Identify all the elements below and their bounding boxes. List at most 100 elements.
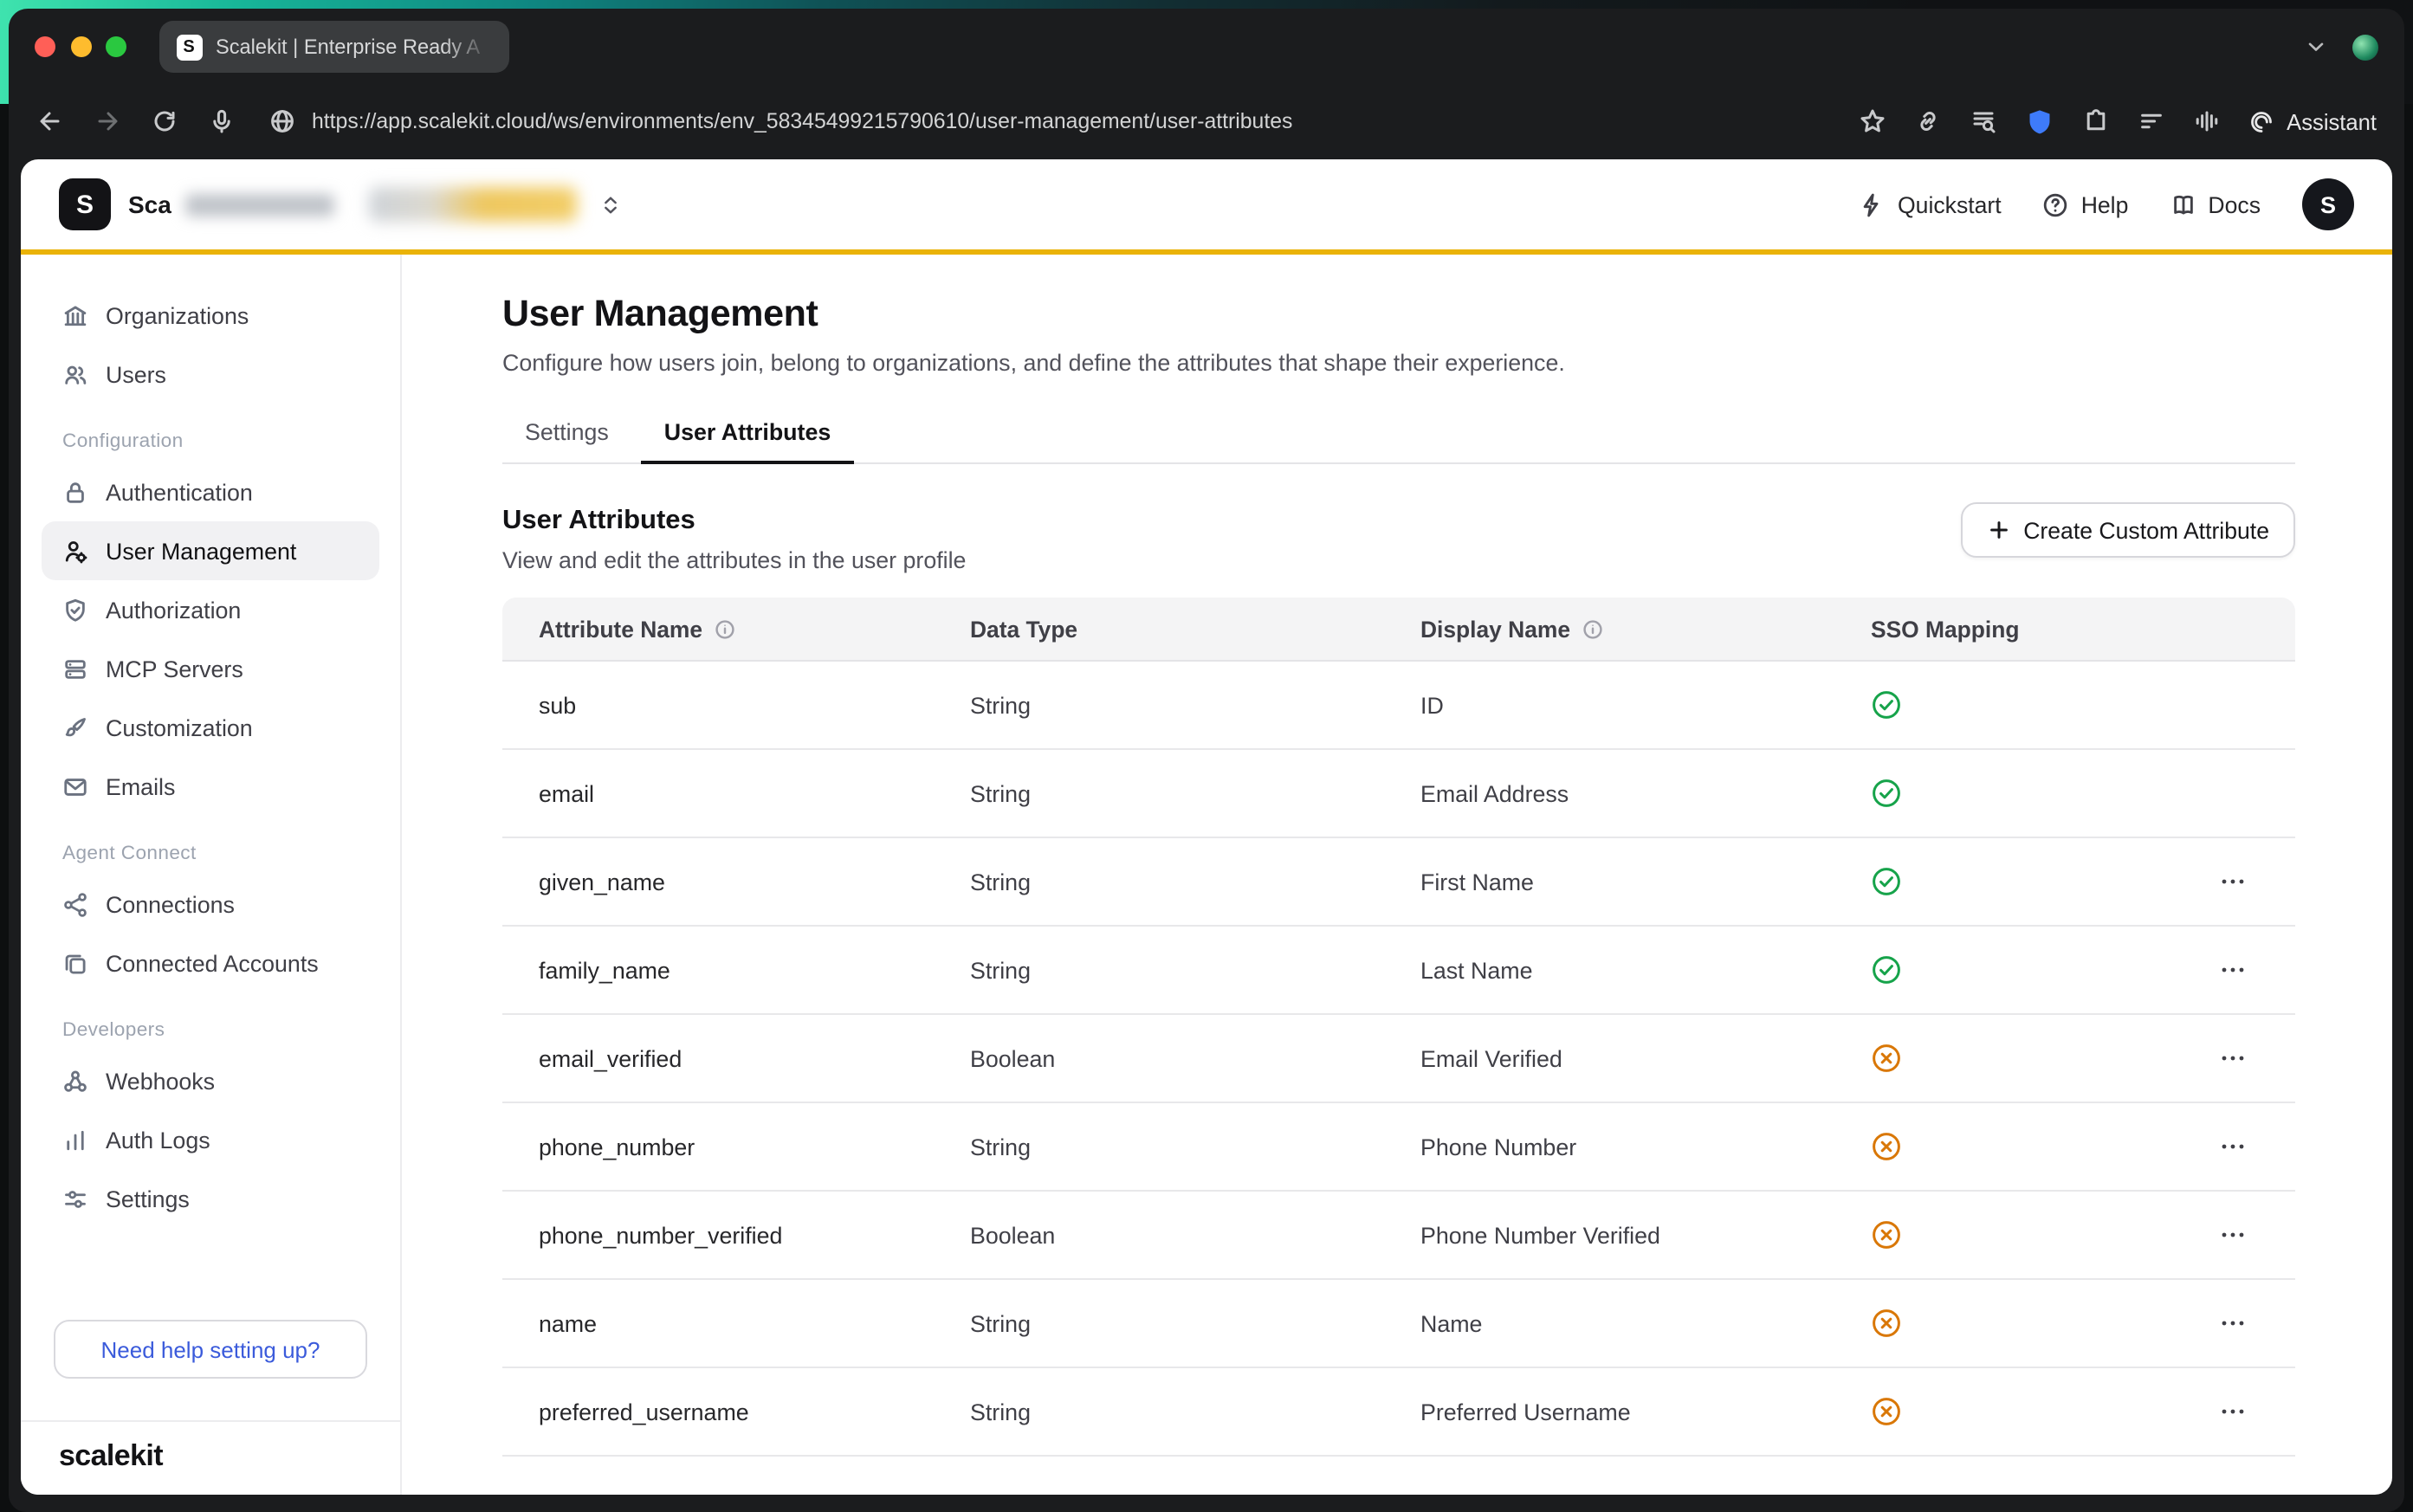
data-type: String xyxy=(970,957,1420,983)
docs-label: Docs xyxy=(2208,191,2261,217)
sidebar-item-label: Connections xyxy=(106,891,235,917)
section-subtitle: View and edit the attributes in the user… xyxy=(502,547,966,573)
sidebar-item-users[interactable]: Users xyxy=(42,345,379,404)
chevron-down-icon[interactable] xyxy=(2304,35,2328,59)
browser-profile-avatar[interactable] xyxy=(2352,34,2378,60)
microphone-icon[interactable] xyxy=(208,107,236,135)
display-name: First Name xyxy=(1420,869,1871,895)
browser-tab[interactable]: S Scalekit | Enterprise Ready A xyxy=(158,21,508,73)
sidebar-item-settings[interactable]: Settings xyxy=(42,1169,379,1228)
info-icon[interactable] xyxy=(713,617,735,640)
sso-unmapped-icon xyxy=(1871,1396,1902,1427)
assistant-button[interactable]: Assistant xyxy=(2248,108,2377,134)
sidebar-item-user-management[interactable]: User Management xyxy=(42,521,379,580)
sso-mapped-icon xyxy=(1871,954,1902,985)
filter-lines-icon[interactable] xyxy=(2138,107,2165,135)
quickstart-button[interactable]: Quickstart xyxy=(1860,191,2002,217)
sidebar-item-connected-accounts[interactable]: Connected Accounts xyxy=(42,934,379,992)
sidebar-item-emails[interactable]: Emails xyxy=(42,757,379,816)
assistant-swirl-icon xyxy=(2248,108,2274,134)
user-avatar[interactable]: S xyxy=(2302,178,2354,230)
sidebar-item-label: Connected Accounts xyxy=(106,950,319,976)
need-help-button[interactable]: Need help setting up? xyxy=(54,1320,367,1379)
table-row: given_name String First Name xyxy=(502,838,2295,927)
sso-unmapped-icon xyxy=(1871,1043,1902,1074)
data-type: Boolean xyxy=(970,1222,1420,1248)
browser-nav-bar: https://app.scalekit.cloud/ws/environmen… xyxy=(9,85,2404,158)
sidebar-item-mcp-servers[interactable]: MCP Servers xyxy=(42,639,379,698)
data-type: String xyxy=(970,1310,1420,1336)
back-icon[interactable] xyxy=(36,107,64,135)
app-header: S Sca Quickstart Help xyxy=(21,159,2392,249)
extensions-puzzle-icon[interactable] xyxy=(2082,107,2110,135)
tab-settings[interactable]: Settings xyxy=(502,404,631,462)
attribute-name: preferred_username xyxy=(539,1399,970,1425)
row-menu-button[interactable] xyxy=(2209,1126,2257,1167)
sidebar-item-customization[interactable]: Customization xyxy=(42,698,379,757)
sso-mapped-icon xyxy=(1871,866,1902,897)
data-type: String xyxy=(970,692,1420,718)
sidebar-item-connections[interactable]: Connections xyxy=(42,875,379,934)
info-icon[interactable] xyxy=(1581,617,1603,640)
forward-icon[interactable] xyxy=(94,107,121,135)
sidebar-item-webhooks[interactable]: Webhooks xyxy=(42,1051,379,1110)
sidebar-item-auth-logs[interactable]: Auth Logs xyxy=(42,1110,379,1169)
sidebar-section-configuration: Configuration xyxy=(62,431,400,452)
display-name: Preferred Username xyxy=(1420,1399,1871,1425)
sidebar-item-label: Webhooks xyxy=(106,1068,215,1094)
sidebar-item-authorization[interactable]: Authorization xyxy=(42,580,379,639)
page-title: User Management xyxy=(502,293,2295,336)
tab-user-attributes[interactable]: User Attributes xyxy=(642,404,853,462)
environment-selector-icon[interactable] xyxy=(599,193,622,216)
table-row: family_name String Last Name xyxy=(502,927,2295,1015)
address-bar[interactable]: https://app.scalekit.cloud/ws/environmen… xyxy=(268,107,1292,135)
sidebar-item-authentication[interactable]: Authentication xyxy=(42,462,379,521)
display-name: Last Name xyxy=(1420,957,1871,983)
close-window-button[interactable] xyxy=(35,36,55,57)
help-button[interactable]: Help xyxy=(2043,191,2129,217)
row-menu-button[interactable] xyxy=(2209,949,2257,991)
browser-window: S Scalekit | Enterprise Ready A https://… xyxy=(9,9,2404,1512)
user-attributes-table: Attribute Name Data Type Display Name SS… xyxy=(502,598,2295,1457)
row-menu-button[interactable] xyxy=(2209,1037,2257,1079)
row-menu-button[interactable] xyxy=(2209,1391,2257,1432)
data-type: String xyxy=(970,869,1420,895)
table-row: phone_number String Phone Number xyxy=(502,1103,2295,1192)
sidebar-item-label: Auth Logs xyxy=(106,1127,210,1153)
page-search-icon[interactable] xyxy=(1970,107,1997,135)
environment-badge-redacted[interactable] xyxy=(369,187,577,222)
docs-button[interactable]: Docs xyxy=(2170,191,2261,217)
scalekit-app: S Sca Quickstart Help xyxy=(21,159,2392,1495)
sso-mapped-icon xyxy=(1871,778,1902,809)
tab-bar: Settings User Attributes xyxy=(502,404,2295,464)
row-menu-button[interactable] xyxy=(2209,1302,2257,1344)
sidebar-item-label: Authorization xyxy=(106,597,241,623)
sidebar-item-label: Authentication xyxy=(106,479,253,505)
adblock-shield-icon[interactable] xyxy=(2025,107,2054,136)
sso-unmapped-icon xyxy=(1871,1308,1902,1339)
data-type: Boolean xyxy=(970,1045,1420,1071)
sidebar-item-organizations[interactable]: Organizations xyxy=(42,286,379,345)
lightning-icon xyxy=(1860,191,1886,217)
create-button-label: Create Custom Attribute xyxy=(2023,517,2269,543)
organizations-icon xyxy=(62,302,88,328)
bookmark-star-icon[interactable] xyxy=(1859,107,1886,135)
waveform-icon[interactable] xyxy=(2193,107,2221,135)
shield-check-icon xyxy=(62,597,88,623)
copy-link-icon[interactable] xyxy=(1914,107,1942,135)
table-row: phone_number_verified Boolean Phone Numb… xyxy=(502,1192,2295,1280)
row-menu-button[interactable] xyxy=(2209,861,2257,902)
lock-icon xyxy=(62,479,88,505)
create-custom-attribute-button[interactable]: Create Custom Attribute xyxy=(1961,502,2295,558)
user-gear-icon xyxy=(62,538,88,564)
envelope-icon xyxy=(62,773,88,799)
zoom-window-button[interactable] xyxy=(106,36,126,57)
reload-icon[interactable] xyxy=(151,107,178,135)
webhook-icon xyxy=(62,1068,88,1094)
workspace-name-redacted xyxy=(185,193,334,216)
col-sso-mapping: SSO Mapping xyxy=(1871,616,2019,642)
minimize-window-button[interactable] xyxy=(70,36,91,57)
row-menu-button[interactable] xyxy=(2209,1214,2257,1256)
table-row: email String Email Address xyxy=(502,750,2295,838)
attribute-name: phone_number_verified xyxy=(539,1222,970,1248)
